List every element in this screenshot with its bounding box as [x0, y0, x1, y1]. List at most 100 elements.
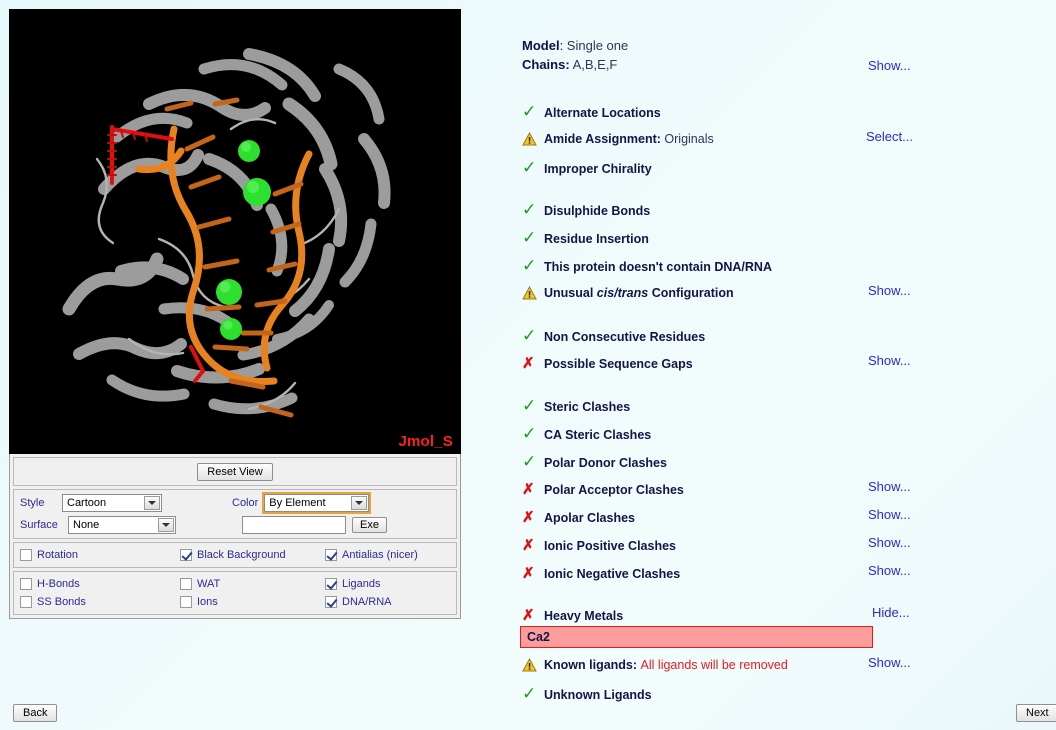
command-input[interactable]	[242, 516, 346, 534]
check-ok-icon: ✓	[522, 230, 544, 247]
rotation-checkbox[interactable]	[20, 549, 32, 561]
check-label: Unusual cis/trans Configuration	[544, 286, 734, 300]
warning-icon	[522, 132, 544, 146]
check-row-unusual-cis-trans[interactable]: Unusual cis/trans Configuration	[522, 286, 734, 300]
check-row-known-ligands[interactable]: Known ligands: All ligands will be remov…	[522, 658, 788, 672]
heavy-metals-hide-link[interactable]: Hide...	[872, 605, 910, 620]
check-row-polar-acceptor-clashes[interactable]: ✗ Polar Acceptor Clashes	[522, 482, 684, 497]
black-background-checkbox[interactable]	[180, 549, 192, 561]
chevron-down-icon	[158, 518, 174, 532]
checkbox-h-bonds[interactable]: H-Bonds	[20, 578, 180, 590]
checkbox-label: Ions	[197, 596, 218, 608]
checkbox-label: WAT	[197, 578, 220, 590]
check-row-ca-steric-clashes[interactable]: ✓ CA Steric Clashes	[522, 426, 651, 443]
check-row-polar-donor-clashes[interactable]: ✓ Polar Donor Clashes	[522, 454, 667, 471]
chains-label: Chains:	[522, 57, 570, 72]
chains-value: A,B,E,F	[573, 57, 618, 72]
ions-checkbox[interactable]	[180, 596, 192, 608]
check-error-icon: ✗	[522, 356, 544, 371]
check-label: Known ligands: All ligands will be remov…	[544, 658, 788, 672]
checkbox-rotation[interactable]: Rotation	[20, 549, 180, 561]
check-row-non-consecutive-residues[interactable]: ✓ Non Consecutive Residues	[522, 328, 705, 345]
check-row-possible-sequence-gaps[interactable]: ✗ Possible Sequence Gaps	[522, 356, 693, 371]
style-label: Style	[20, 497, 56, 509]
check-row-ionic-negative-clashes[interactable]: ✗ Ionic Negative Clashes	[522, 566, 680, 581]
check-row-dna-rna-content[interactable]: ✓ This protein doesn't contain DNA/RNA	[522, 258, 772, 275]
color-label: Color	[232, 497, 258, 509]
heavy-metal-entry-ca2[interactable]: Ca2	[520, 626, 873, 648]
jmol-applet-panel: Jmol_S Reset View Style Cartoon Color By…	[9, 9, 461, 619]
model-line: Model: Single one	[522, 36, 628, 55]
check-label: Polar Donor Clashes	[544, 456, 667, 470]
check-row-steric-clashes[interactable]: ✓ Steric Clashes	[522, 398, 630, 415]
check-label: This protein doesn't contain DNA/RNA	[544, 260, 772, 274]
molecule-render	[9, 9, 461, 454]
check-ok-icon: ✓	[522, 398, 544, 415]
ionic-positive-clashes-show-link[interactable]: Show...	[868, 535, 911, 550]
polar-acceptor-clashes-show-link[interactable]: Show...	[868, 479, 911, 494]
jmol-watermark: Jmol_S	[398, 433, 453, 450]
check-label: Apolar Clashes	[544, 511, 635, 525]
checkbox-dna-rna[interactable]: DNA/RNA	[325, 596, 392, 608]
check-label: Amide Assignment: Originals	[544, 132, 714, 146]
amide-assignment-select-link[interactable]: Select...	[866, 129, 913, 144]
components-box: H-Bonds WAT Ligands SS Bonds I	[13, 571, 457, 615]
checkbox-ligands[interactable]: Ligands	[325, 578, 381, 590]
check-row-ionic-positive-clashes[interactable]: ✗ Ionic Positive Clashes	[522, 538, 676, 553]
check-row-improper-chirality[interactable]: ✓ Improper Chirality	[522, 160, 652, 177]
check-label: CA Steric Clashes	[544, 428, 651, 442]
checkbox-label: Antialias (nicer)	[342, 549, 418, 561]
check-row-alternate-locations[interactable]: ✓ Alternate Locations	[522, 104, 661, 121]
checkbox-ss-bonds[interactable]: SS Bonds	[20, 596, 180, 608]
surface-select[interactable]: None	[68, 516, 176, 534]
reset-view-button[interactable]: Reset View	[197, 463, 272, 481]
check-label-text: Unusual cis/trans Configuration	[544, 286, 734, 300]
structure-summary: Model: Single one Chains: A,B,E,F	[522, 36, 628, 74]
jmol-3d-viewer[interactable]: Jmol_S	[9, 9, 461, 454]
h-bonds-checkbox[interactable]	[20, 578, 32, 590]
check-row-amide-assignment[interactable]: Amide Assignment: Originals	[522, 132, 714, 146]
style-color-box: Style Cartoon Color By Element Surface N…	[13, 489, 457, 539]
checkbox-ions[interactable]: Ions	[180, 596, 325, 608]
check-label-text: Known ligands:	[544, 658, 637, 672]
apolar-clashes-show-link[interactable]: Show...	[868, 507, 911, 522]
antialias-checkbox[interactable]	[325, 549, 337, 561]
ss-bonds-checkbox[interactable]	[20, 596, 32, 608]
chevron-down-icon	[144, 496, 160, 510]
checkbox-black-background[interactable]: Black Background	[180, 549, 325, 561]
check-label: Possible Sequence Gaps	[544, 357, 693, 371]
check-row-heavy-metals[interactable]: ✗ Heavy Metals	[522, 608, 623, 623]
display-options-row: Rotation Black Background Antialias (nic…	[20, 549, 450, 561]
checkbox-label: DNA/RNA	[342, 596, 392, 608]
check-row-apolar-clashes[interactable]: ✗ Apolar Clashes	[522, 510, 635, 525]
warning-icon	[522, 286, 544, 300]
check-label: Alternate Locations	[544, 106, 661, 120]
ionic-negative-clashes-show-link[interactable]: Show...	[868, 563, 911, 578]
chains-show-link[interactable]: Show...	[868, 58, 911, 73]
check-ok-icon: ✓	[522, 328, 544, 345]
possible-sequence-gaps-show-link[interactable]: Show...	[868, 353, 911, 368]
checkbox-antialias[interactable]: Antialias (nicer)	[325, 549, 418, 561]
check-ok-icon: ✓	[522, 160, 544, 177]
check-ok-icon: ✓	[522, 686, 544, 703]
wat-checkbox[interactable]	[180, 578, 192, 590]
check-label: Improper Chirality	[544, 162, 652, 176]
checkbox-wat[interactable]: WAT	[180, 578, 325, 590]
heavy-metal-entry-label: Ca2	[527, 630, 550, 644]
color-select[interactable]: By Element	[264, 494, 369, 512]
check-row-unknown-ligands[interactable]: ✓ Unknown Ligands	[522, 686, 652, 703]
back-button[interactable]: Back	[13, 704, 57, 722]
exe-button[interactable]: Exe	[352, 517, 387, 533]
next-button[interactable]: Next	[1016, 704, 1056, 722]
check-ok-icon: ✓	[522, 426, 544, 443]
known-ligands-show-link[interactable]: Show...	[868, 655, 911, 670]
check-label-value: All ligands will be removed	[641, 658, 788, 672]
check-label-value: Originals	[664, 132, 713, 146]
check-row-disulphide-bonds[interactable]: ✓ Disulphide Bonds	[522, 202, 650, 219]
check-row-residue-insertion[interactable]: ✓ Residue Insertion	[522, 230, 649, 247]
dna-rna-checkbox[interactable]	[325, 596, 337, 608]
style-select[interactable]: Cartoon	[62, 494, 162, 512]
unusual-cis-trans-show-link[interactable]: Show...	[868, 283, 911, 298]
ligands-checkbox[interactable]	[325, 578, 337, 590]
style-select-value: Cartoon	[67, 497, 106, 509]
